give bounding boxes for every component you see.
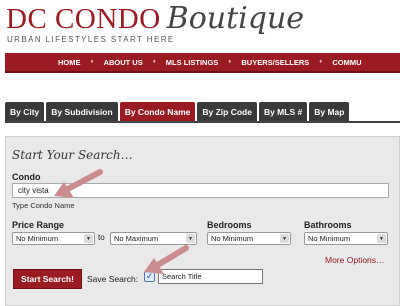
search-tabs: By City By Subdivision By Condo Name By … — [5, 102, 351, 121]
nav-mls-listings[interactable]: MLS LISTINGS — [166, 58, 219, 67]
dropdown-arrow-icon: ▼ — [280, 234, 289, 243]
nav-separator: ♦ — [90, 59, 94, 65]
bedrooms-value: No Minimum — [211, 234, 254, 243]
price-to-label: to — [98, 233, 105, 242]
search-panel: Start Your Search… Condo Type Condo Name… — [5, 136, 400, 306]
tab-by-condo-name[interactable]: By Condo Name — [119, 102, 196, 121]
tab-by-city[interactable]: By City — [5, 102, 45, 121]
bathrooms-label: Bathrooms — [304, 220, 352, 230]
price-min-select[interactable]: No Minimum ▼ — [12, 232, 95, 245]
tab-by-map[interactable]: By Map — [309, 102, 350, 121]
bathrooms-select[interactable]: No Minimum ▼ — [304, 232, 388, 245]
tab-underline — [5, 121, 400, 123]
tab-by-subdivision[interactable]: By Subdivision — [46, 102, 118, 121]
price-max-value: No Maximum — [114, 234, 159, 243]
nav-separator: ♦ — [319, 59, 323, 65]
nav-separator: ♦ — [152, 59, 156, 65]
bedrooms-select[interactable]: No Minimum ▼ — [207, 232, 291, 245]
annotation-arrow-icon — [54, 169, 103, 198]
nav-buyers-sellers[interactable]: BUYERS/SELLERS — [241, 58, 309, 67]
tab-by-zip-code[interactable]: By Zip Code — [197, 102, 257, 121]
more-options-link[interactable]: More Options… — [325, 255, 385, 265]
condo-hint: Type Condo Name — [12, 201, 75, 210]
tab-by-mls[interactable]: By MLS # — [258, 102, 308, 121]
nav-home[interactable]: HOME — [58, 58, 81, 67]
logo-text: DC CONDO — [6, 3, 161, 35]
nav-community[interactable]: COMMU — [332, 58, 361, 67]
panel-title: Start Your Search… — [12, 148, 133, 162]
bathrooms-value: No Minimum — [308, 234, 351, 243]
logo-script-text: Boutique — [166, 1, 305, 36]
dropdown-arrow-icon: ▼ — [84, 234, 93, 243]
dropdown-arrow-icon: ▼ — [377, 234, 386, 243]
bedrooms-label: Bedrooms — [207, 220, 252, 230]
dropdown-arrow-icon: ▼ — [186, 234, 195, 243]
save-search-label: Save Search: — [87, 274, 139, 284]
nav-separator: ♦ — [228, 59, 232, 65]
condo-label: Condo — [12, 172, 41, 182]
price-range-label: Price Range — [12, 220, 65, 230]
price-min-value: No Minimum — [16, 234, 59, 243]
annotation-arrow-icon — [144, 245, 189, 274]
nav-about-us[interactable]: ABOUT US — [104, 58, 143, 67]
start-search-button[interactable]: Start Search! — [13, 269, 82, 289]
main-nav: HOME ♦ ABOUT US ♦ MLS LISTINGS ♦ BUYERS/… — [5, 53, 400, 73]
site-tagline: URBAN LIFESTYLES START HERE — [7, 35, 175, 44]
